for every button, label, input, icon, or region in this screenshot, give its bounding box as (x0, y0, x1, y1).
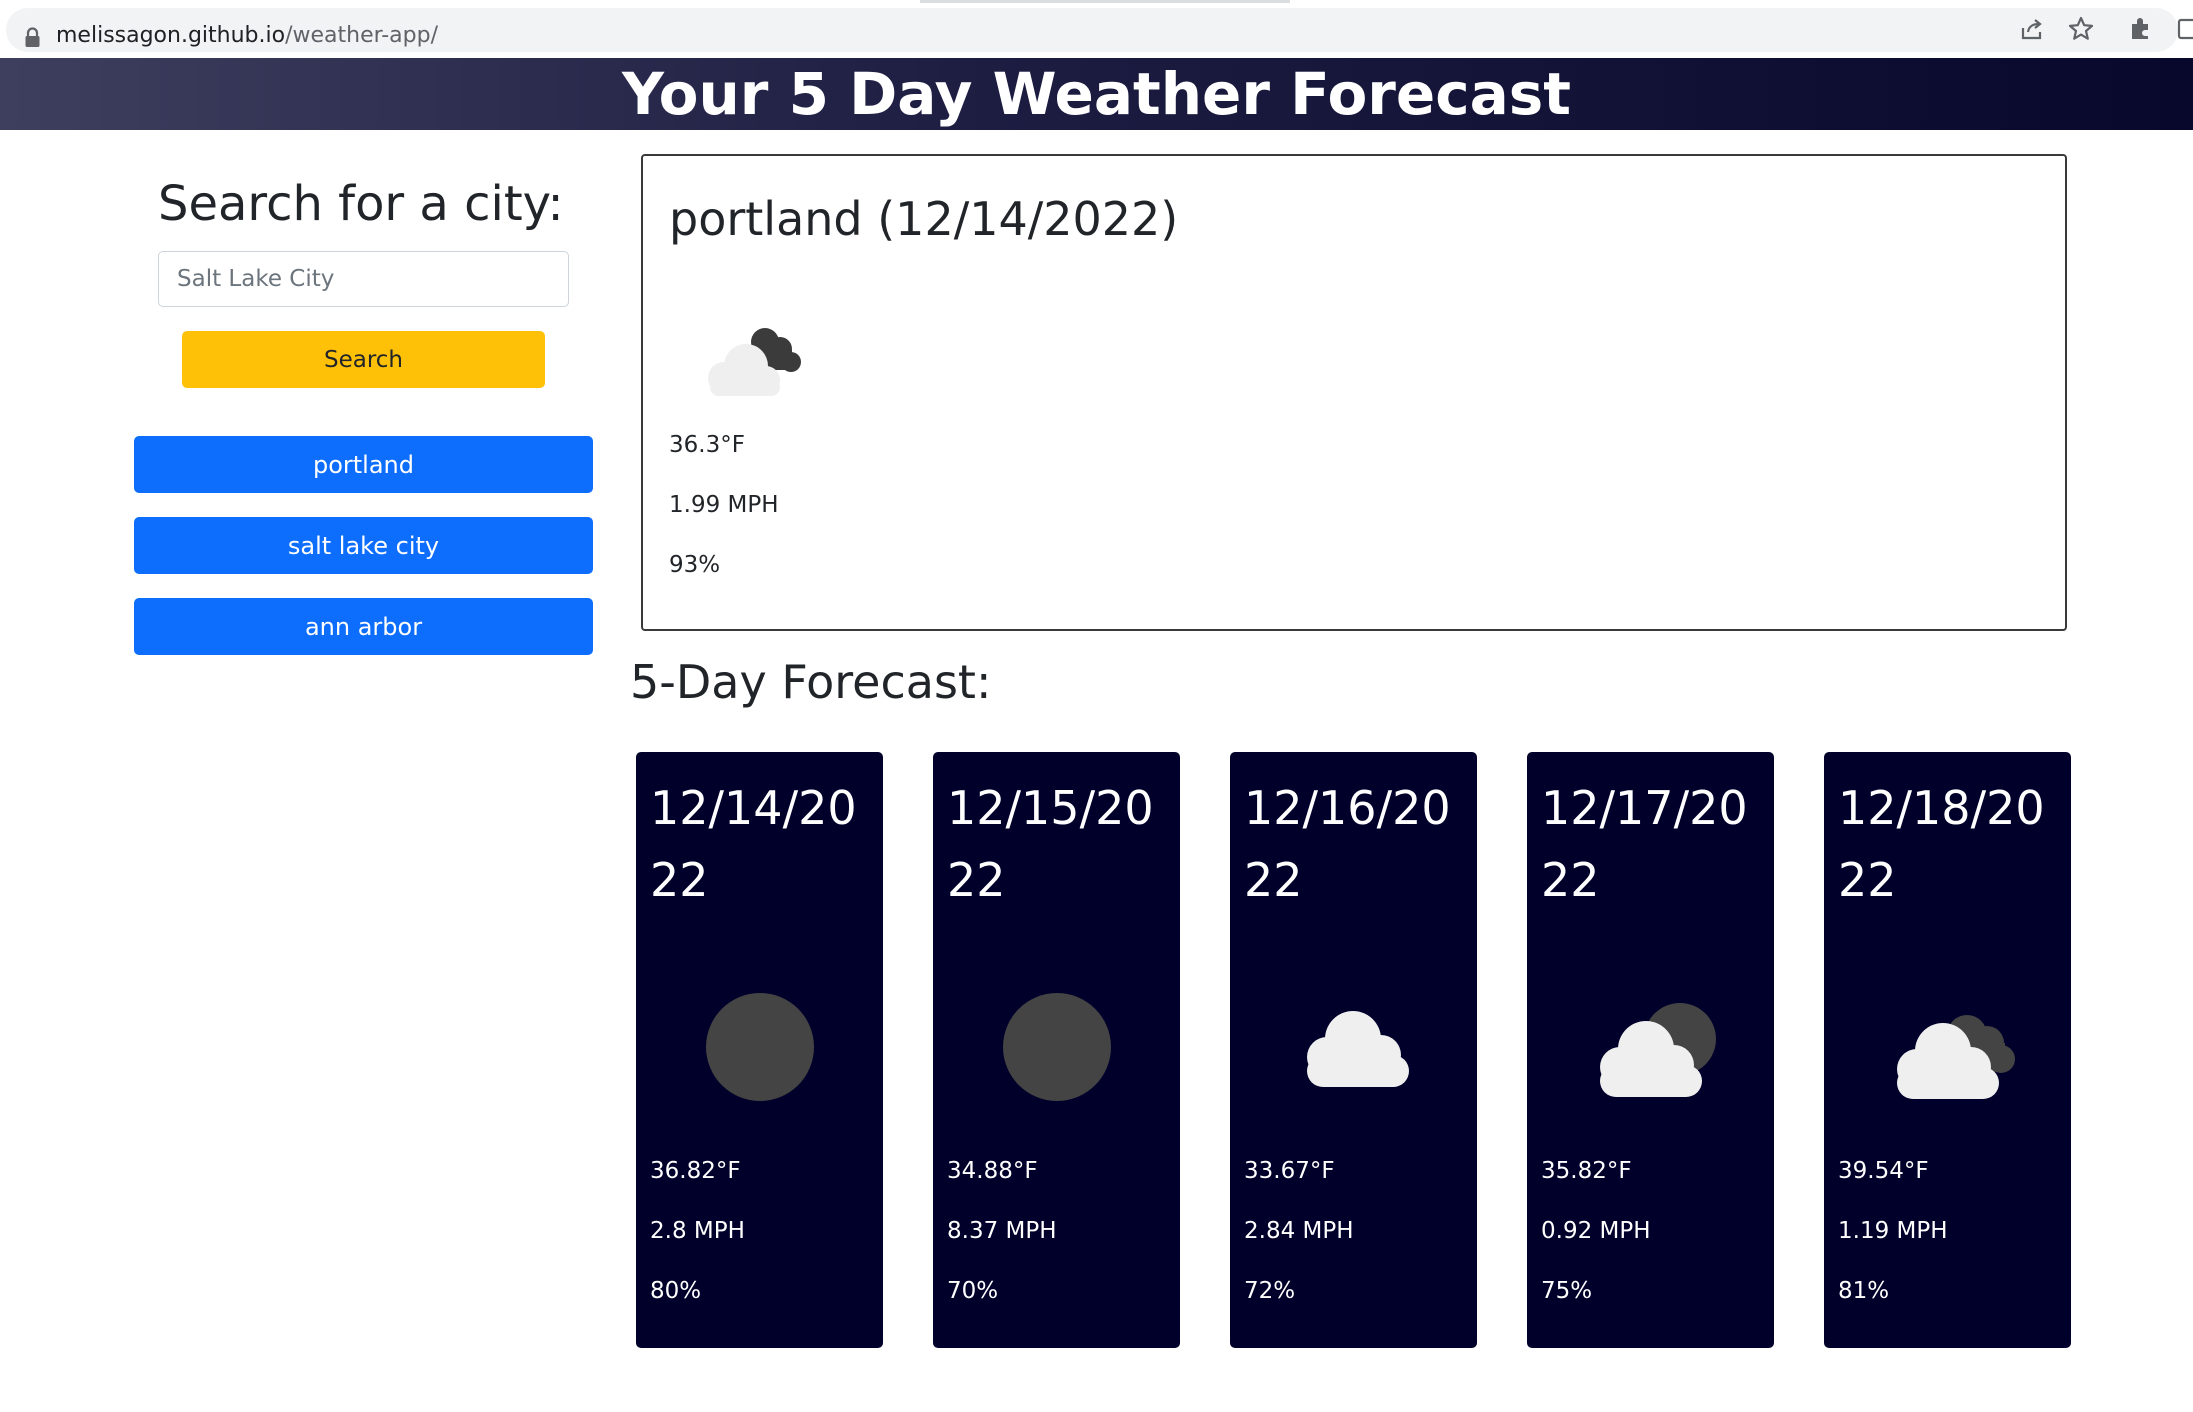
forecast-temperature: 33.67°F (1244, 1158, 1335, 1184)
forecast-wind: 2.8 MPH (650, 1218, 745, 1244)
forecast-card: 12/16/2022 33.67°F 2.84 MPH 72% (1230, 752, 1477, 1348)
url-text[interactable]: melissagon.github.io/weather-app/ (56, 23, 438, 48)
tab-strip-edge (920, 0, 1290, 3)
forecast-temperature: 34.88°F (947, 1158, 1038, 1184)
forecast-temperature: 39.54°F (1838, 1158, 1929, 1184)
broken-clouds-icon (1897, 1015, 2015, 1099)
history-button-portland[interactable]: portland (134, 436, 593, 493)
browser-toolbar: melissagon.github.io/weather-app/ (0, 0, 2193, 58)
cloud-icon (1307, 1011, 1409, 1087)
forecast-humidity: 75% (1541, 1278, 1593, 1304)
star-icon[interactable] (2067, 15, 2095, 43)
forecast-date: 12/18/2022 (1838, 781, 2045, 907)
share-icon[interactable] (2018, 15, 2046, 43)
current-wind: 1.99 MPH (669, 492, 779, 518)
forecast-date: 12/15/2022 (947, 781, 1154, 907)
broken-clouds-icon (708, 328, 801, 396)
partly-cloudy-night-icon (1600, 1003, 1716, 1097)
current-weather-card: portland (12/14/2022) 36.3°F 1.99 MPH 93… (641, 154, 2067, 631)
search-heading: Search for a city: (158, 176, 564, 232)
page-title: Your 5 Day Weather Forecast (621, 60, 1571, 128)
url-path: /weather-app/ (285, 23, 439, 48)
forecast-wind: 2.84 MPH (1244, 1218, 1354, 1244)
forecast-humidity: 81% (1838, 1278, 1890, 1304)
forecast-humidity: 80% (650, 1278, 702, 1304)
clear-night-icon (706, 993, 814, 1101)
forecast-humidity: 70% (947, 1278, 999, 1304)
forecast-heading: 5-Day Forecast: (630, 655, 992, 709)
forecast-wind: 1.19 MPH (1838, 1218, 1948, 1244)
forecast-date: 12/17/2022 (1541, 781, 1748, 907)
address-bar[interactable]: melissagon.github.io/weather-app/ (6, 8, 2178, 52)
forecast-temperature: 36.82°F (650, 1158, 741, 1184)
current-temperature: 36.3°F (669, 432, 745, 458)
clear-night-icon (1003, 993, 1111, 1101)
extensions-icon[interactable] (2126, 15, 2154, 43)
forecast-date: 12/14/2022 (650, 781, 857, 907)
city-search-input[interactable] (158, 251, 569, 307)
current-humidity: 93% (669, 552, 721, 578)
search-button[interactable]: Search (182, 331, 545, 388)
current-city-title: portland (12/14/2022) (669, 192, 1179, 246)
forecast-temperature: 35.82°F (1541, 1158, 1632, 1184)
site-header: Your 5 Day Weather Forecast (0, 58, 2193, 130)
url-host: melissagon.github.io (56, 23, 286, 48)
history-button-salt-lake-city[interactable]: salt lake city (134, 517, 593, 574)
forecast-wind: 8.37 MPH (947, 1218, 1057, 1244)
lock-icon (25, 27, 40, 47)
forecast-card: 12/15/2022 34.88°F 8.37 MPH 70% (933, 752, 1180, 1348)
forecast-card: 12/14/2022 36.82°F 2.8 MPH 80% (636, 752, 883, 1348)
history-button-ann-arbor[interactable]: ann arbor (134, 598, 593, 655)
forecast-date: 12/16/2022 (1244, 781, 1451, 907)
forecast-card: 12/18/2022 39.54°F 1.19 MPH 81% (1824, 752, 2071, 1348)
forecast-wind: 0.92 MPH (1541, 1218, 1651, 1244)
forecast-humidity: 72% (1244, 1278, 1296, 1304)
forecast-card: 12/17/2022 35.82°F 0.92 MPH 75% (1527, 752, 1774, 1348)
side-panel-icon[interactable] (2176, 15, 2193, 43)
